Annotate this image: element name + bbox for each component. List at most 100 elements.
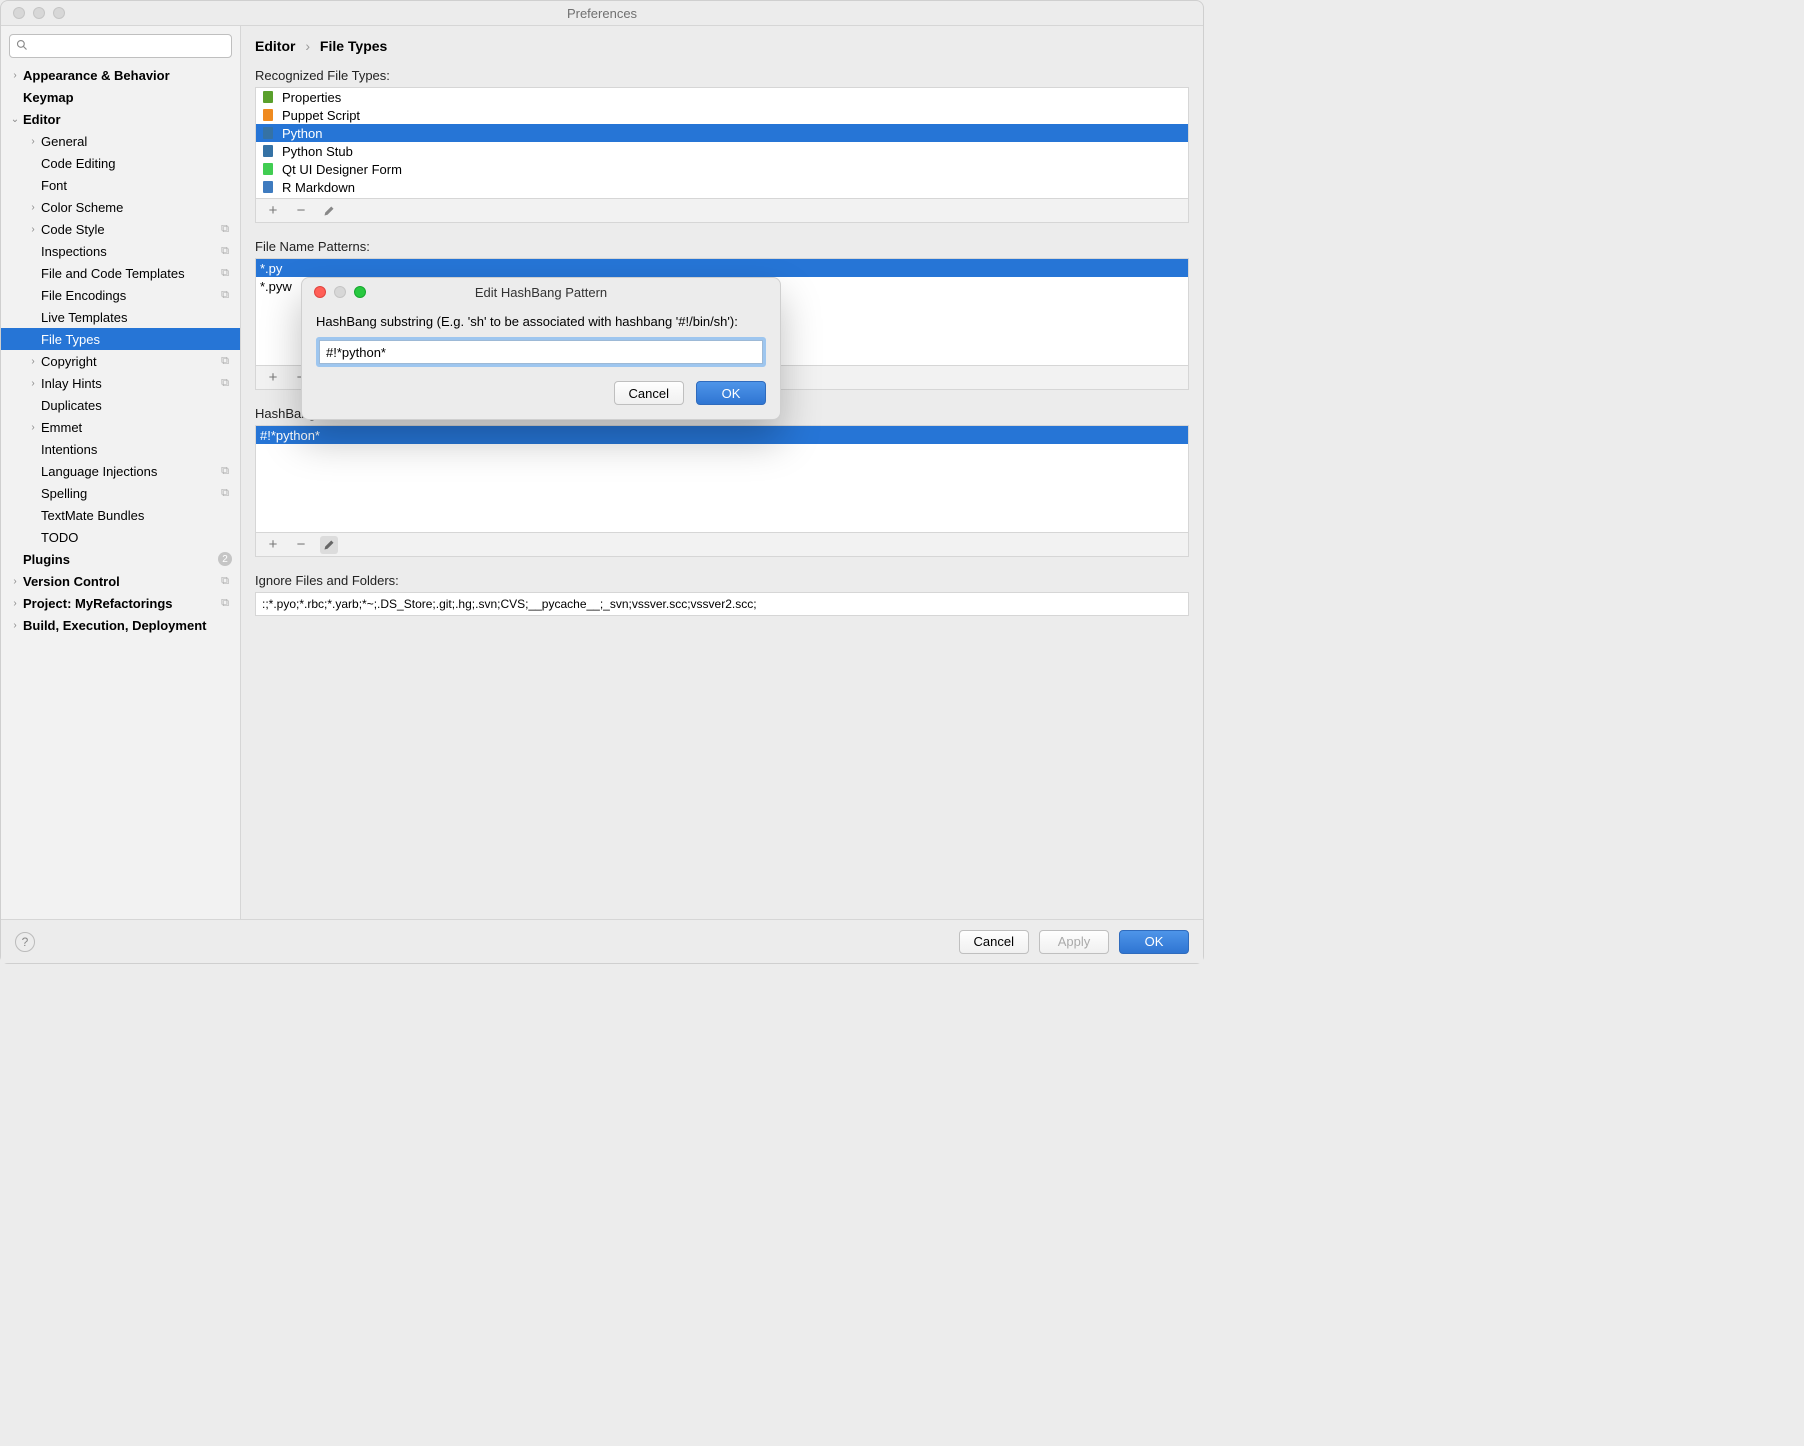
sidebar-item-code-editing[interactable]: Code Editing	[1, 152, 240, 174]
tree-label: Inlay Hints	[41, 376, 216, 391]
file-type-row[interactable]: Python	[256, 124, 1188, 142]
sidebar-item-file-encodings[interactable]: File Encodings⧉	[1, 284, 240, 306]
sidebar-item-font[interactable]: Font	[1, 174, 240, 196]
copy-icon: ⧉	[221, 289, 229, 302]
file-type-label: Python	[282, 126, 322, 141]
sidebar-item-copyright[interactable]: ›Copyright ⧉	[1, 350, 240, 372]
minimize-icon[interactable]	[33, 7, 45, 19]
sidebar-item-language-injections[interactable]: Language Injections ⧉	[1, 460, 240, 482]
close-icon[interactable]	[13, 7, 25, 19]
sidebar-item-spelling[interactable]: Spelling⧉	[1, 482, 240, 504]
tree-label: Live Templates	[41, 310, 216, 325]
sidebar-item-editor[interactable]: ⌄Editor	[1, 108, 240, 130]
search-icon	[16, 39, 28, 54]
zoom-icon[interactable]	[354, 286, 366, 298]
tree-label: Keymap	[23, 90, 216, 105]
sidebar-item-file-and-code-templates[interactable]: File and Code Templates⧉	[1, 262, 240, 284]
tree-label: Emmet	[41, 420, 216, 435]
hashbang-row[interactable]: #!*python*	[256, 426, 1188, 444]
dialog-ok-button[interactable]: OK	[696, 381, 766, 405]
tree-label: Font	[41, 178, 216, 193]
add-button[interactable]: +	[264, 536, 282, 554]
search-field[interactable]	[32, 39, 225, 53]
copy-icon: ⧉	[221, 465, 229, 478]
sidebar-item-emmet[interactable]: ›Emmet	[1, 416, 240, 438]
remove-button[interactable]: −	[292, 202, 310, 220]
recognized-types-list[interactable]: Properties Puppet Script Python Python Stub…	[255, 87, 1189, 199]
sidebar-item-inlay-hints[interactable]: ›Inlay Hints⧉	[1, 372, 240, 394]
remove-button[interactable]: −	[292, 536, 310, 554]
file-type-row[interactable]: R Markdown	[256, 178, 1188, 196]
sidebar-item-build-execution-deployment[interactable]: ›Build, Execution, Deployment	[1, 614, 240, 636]
tree-label: Inspections	[41, 244, 216, 259]
apply-button[interactable]: Apply	[1039, 930, 1109, 954]
file-type-icon	[260, 107, 276, 123]
file-type-row[interactable]: Puppet Script	[256, 106, 1188, 124]
edit-button[interactable]	[320, 536, 338, 554]
chevron-icon: ›	[27, 378, 39, 389]
chevron-icon: ›	[27, 356, 39, 367]
tree-label: File and Code Templates	[41, 266, 216, 281]
help-icon[interactable]: ?	[15, 932, 35, 952]
tree-label: Copyright	[41, 354, 216, 369]
file-type-row[interactable]: Python Stub	[256, 142, 1188, 160]
file-type-label: Python Stub	[282, 144, 353, 159]
ignore-input[interactable]	[255, 592, 1189, 616]
pattern-row[interactable]: *.py	[256, 259, 1188, 277]
tree-label: Language Injections	[41, 464, 216, 479]
tree-label: Duplicates	[41, 398, 216, 413]
zoom-icon[interactable]	[53, 7, 65, 19]
sidebar-item-version-control[interactable]: ›Version Control⧉	[1, 570, 240, 592]
sidebar-item-project-myrefactorings[interactable]: ›Project: MyRefactorings⧉	[1, 592, 240, 614]
pattern-label: *.py	[260, 261, 282, 276]
sidebar-item-live-templates[interactable]: Live Templates	[1, 306, 240, 328]
preferences-window: Preferences ›Appearance & BehaviorKeymap…	[0, 0, 1204, 964]
sidebar-item-appearance-behavior[interactable]: ›Appearance & Behavior	[1, 64, 240, 86]
cancel-button[interactable]: Cancel	[959, 930, 1029, 954]
sidebar-item-inspections[interactable]: Inspections⧉	[1, 240, 240, 262]
hashbang-list[interactable]: #!*python*	[255, 425, 1189, 533]
add-button[interactable]: +	[264, 202, 282, 220]
body: ›Appearance & BehaviorKeymap⌄Editor›Gene…	[1, 25, 1203, 919]
patterns-label: File Name Patterns:	[255, 239, 1189, 254]
file-type-row[interactable]: Properties	[256, 88, 1188, 106]
sidebar-item-plugins[interactable]: Plugins2	[1, 548, 240, 570]
dialog-title: Edit HashBang Pattern	[475, 285, 607, 300]
ok-button[interactable]: OK	[1119, 930, 1189, 954]
dialog-titlebar: Edit HashBang Pattern	[302, 278, 780, 306]
chevron-icon: ›	[27, 422, 39, 433]
file-type-label: Qt UI Designer Form	[282, 162, 402, 177]
tree-label: Version Control	[23, 574, 216, 589]
sidebar-item-todo[interactable]: TODO	[1, 526, 240, 548]
copy-icon: ⧉	[221, 223, 229, 236]
tree-label: General	[41, 134, 216, 149]
sidebar-item-code-style[interactable]: ›Code Style ⧉	[1, 218, 240, 240]
chevron-icon: ›	[27, 224, 39, 235]
sidebar-item-keymap[interactable]: Keymap	[1, 86, 240, 108]
settings-tree[interactable]: ›Appearance & BehaviorKeymap⌄Editor›Gene…	[1, 64, 240, 919]
sidebar-item-textmate-bundles[interactable]: TextMate Bundles	[1, 504, 240, 526]
main-panel: Editor › File Types Recognized File Type…	[241, 26, 1203, 919]
file-type-row[interactable]: Qt UI Designer Form	[256, 160, 1188, 178]
sidebar-item-file-types[interactable]: File Types	[1, 328, 240, 350]
copy-icon: ⧉	[221, 355, 229, 368]
sidebar-item-duplicates[interactable]: Duplicates	[1, 394, 240, 416]
ignore-label: Ignore Files and Folders:	[255, 573, 1189, 588]
sidebar-item-general[interactable]: ›General	[1, 130, 240, 152]
file-type-icon	[260, 125, 276, 141]
file-type-label: Puppet Script	[282, 108, 360, 123]
breadcrumb-parent: Editor	[255, 38, 295, 54]
dialog-cancel-button[interactable]: Cancel	[614, 381, 684, 405]
sidebar-item-intentions[interactable]: Intentions	[1, 438, 240, 460]
close-icon[interactable]	[314, 286, 326, 298]
hashbang-input[interactable]	[319, 340, 763, 364]
tree-label: Color Scheme	[41, 200, 216, 215]
hashbang-row-label: #!*python*	[260, 428, 320, 443]
tree-label: Spelling	[41, 486, 216, 501]
search-input[interactable]	[9, 34, 232, 58]
chevron-right-icon: ›	[305, 38, 310, 54]
add-button[interactable]: +	[264, 369, 282, 387]
edit-button[interactable]	[320, 202, 338, 220]
sidebar-item-color-scheme[interactable]: ›Color Scheme	[1, 196, 240, 218]
tree-label: Code Style	[41, 222, 216, 237]
